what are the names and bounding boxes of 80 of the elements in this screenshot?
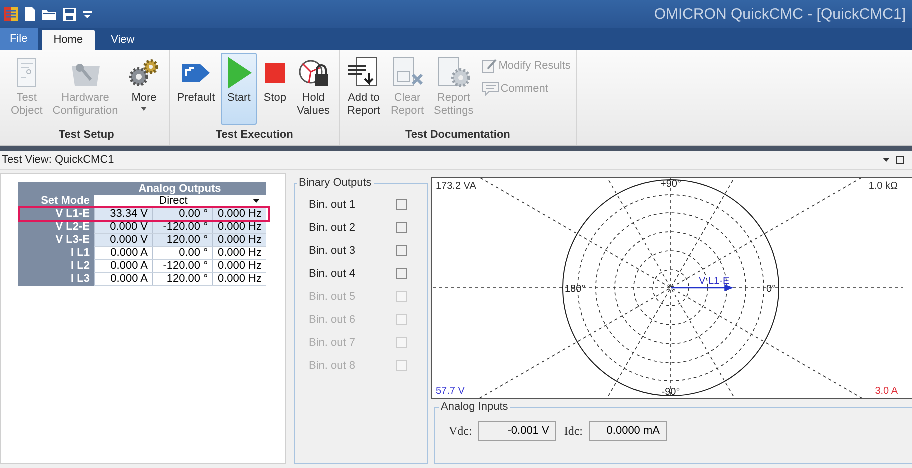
scale-label: 173.2 VA [436, 181, 476, 192]
report-settings-icon [436, 56, 471, 90]
checkbox[interactable] [396, 245, 407, 256]
readout-field: -0.001 V [478, 421, 556, 441]
table-cell[interactable]: 0.00 ° [152, 208, 212, 221]
table-cell[interactable]: 0.000 V [94, 221, 152, 234]
table-cell[interactable]: 33.34 V [94, 208, 152, 221]
table-cell[interactable]: -120.00 ° [152, 260, 212, 273]
table-cell[interactable]: 0.000 Hz [212, 273, 266, 286]
table-cell[interactable]: 0.000 A [94, 247, 152, 260]
row-label: I L3 [70, 273, 91, 286]
view-title: Test View: QuickCMC1 [2, 154, 114, 166]
app-icon[interactable] [4, 7, 18, 21]
table-cell[interactable]: 0.000 Hz [212, 247, 266, 260]
ribbon-button[interactable]: Hold Values [293, 53, 334, 125]
output-label: Bin. out 8 [309, 360, 356, 372]
ribbon-button[interactable]: Add to Report [342, 53, 385, 125]
row-label: V L3-E [54, 234, 91, 247]
folder-icon[interactable] [42, 8, 56, 20]
table-cell[interactable]: 120.00 ° [152, 234, 212, 247]
document-icon [16, 56, 37, 90]
table-cell[interactable]: 0.000 A [94, 273, 152, 286]
scale-label: 57.7 V [436, 386, 465, 397]
ribbon-button[interactable]: More [124, 53, 164, 125]
ribbon-tab[interactable]: Home [42, 30, 96, 50]
angle-label: 0° [766, 284, 776, 295]
table-cell[interactable]: 0.000 V [94, 234, 152, 247]
field-label: Vdc: [449, 424, 472, 438]
pencil-icon [482, 58, 498, 74]
readout-field: 0.0000 mA [588, 421, 667, 441]
ribbon-button[interactable]: Stop [259, 53, 292, 125]
field-label: Idc: [564, 424, 583, 438]
table-cell[interactable]: 0.000 Hz [212, 234, 266, 247]
output-label: Bin. out 4 [309, 268, 356, 280]
output-label: Bin. out 6 [309, 314, 356, 326]
row-label: V L1-E [54, 208, 91, 221]
ribbon-tab[interactable]: View [99, 30, 147, 50]
row-label: I L1 [70, 247, 91, 260]
group-label: Test Execution [216, 129, 294, 143]
table-cell[interactable]: 0.000 Hz [212, 260, 266, 273]
play-icon [225, 56, 254, 90]
row-label: Set Mode [40, 195, 91, 208]
table-cell[interactable]: 120.00 ° [152, 273, 212, 286]
table-cell[interactable]: -120.00 ° [152, 221, 212, 234]
customize-caret-icon[interactable] [83, 10, 92, 18]
table-cell[interactable]: 0.00 ° [152, 247, 212, 260]
scale-label: 3.0 A [875, 386, 898, 397]
checkbox[interactable] [396, 199, 407, 210]
maximize-icon[interactable] [896, 156, 904, 164]
group-label: Test Setup [58, 129, 114, 143]
ribbon-button[interactable]: Prefault [173, 53, 220, 125]
file-menu-button[interactable]: File [0, 28, 38, 50]
checkbox[interactable] [396, 222, 407, 233]
window-title: OMICRON QuickCMC - [QuickCMC1] [654, 6, 906, 22]
table-cell[interactable]: 0.000 Hz [212, 208, 266, 221]
row-label: V L2-E [54, 221, 91, 234]
dropdown-icon[interactable] [883, 158, 890, 162]
angle-label: 180° [565, 284, 586, 295]
table-cell[interactable]: 0.000 A [94, 260, 152, 273]
group-title: Analog Inputs [440, 401, 510, 413]
caret-icon [141, 107, 148, 111]
ribbon-button[interactable]: Start [221, 53, 258, 125]
table-header: Analog Outputs [138, 182, 222, 196]
scale-label: 1.0 kΩ [868, 181, 898, 192]
group-label: Test Documentation [405, 129, 510, 143]
new-file-icon[interactable] [25, 7, 35, 21]
output-label: Bin. out 1 [309, 198, 356, 210]
table-cell[interactable]: 0.000 Hz [212, 221, 266, 234]
comment-icon [482, 82, 500, 96]
output-label: Bin. out 7 [309, 336, 356, 348]
group-title: Binary Outputs [298, 177, 373, 189]
caret-icon [253, 199, 260, 203]
checkbox[interactable] [396, 268, 407, 279]
phasor-label: V L1-E [699, 276, 730, 287]
output-label: Bin. out 5 [309, 290, 356, 302]
row-label: I L2 [70, 260, 91, 273]
output-label: Bin. out 3 [309, 244, 356, 256]
save-icon[interactable] [63, 8, 76, 20]
angle-label: -90° [662, 387, 680, 398]
output-label: Bin. out 2 [309, 222, 356, 234]
